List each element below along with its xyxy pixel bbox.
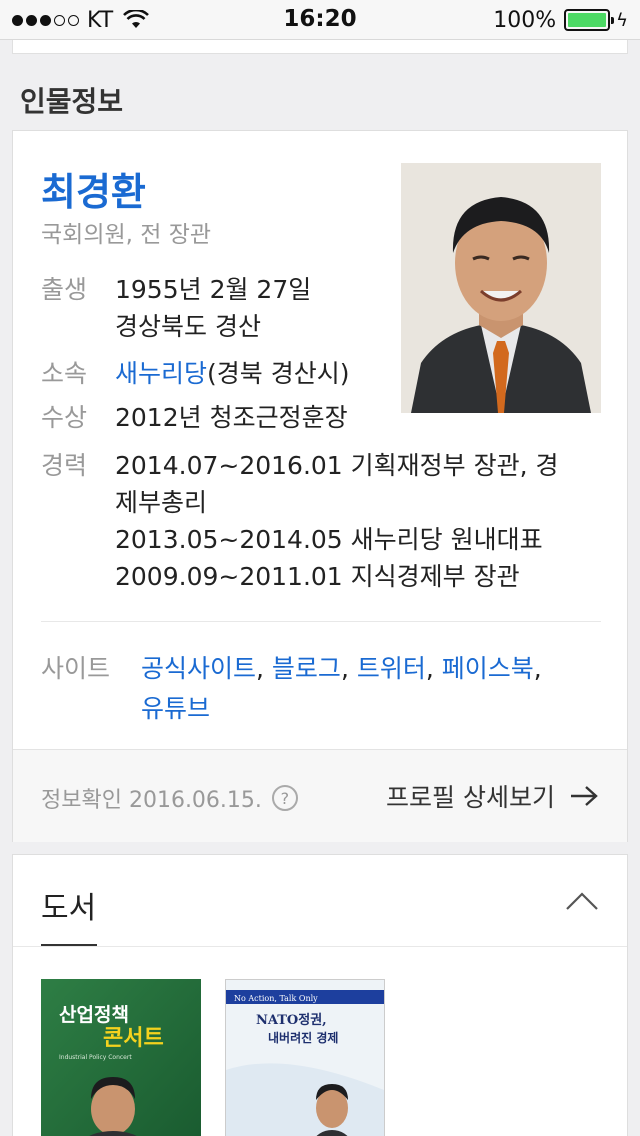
birth-place: 경상북도 경산 [115,312,261,341]
award-value: 2012년 청조근정훈장 [115,403,348,432]
book2-title-line1: NATO정권, [256,1012,327,1028]
party-district: (경북 경산시) [207,359,350,388]
birth-row: 출생 1955년 2월 27일 경상북도 경산 [41,271,311,345]
divider [13,946,627,947]
info-check-date: 정보확인 2016.06.15. ? [41,782,298,814]
separator: , [533,654,542,683]
separator: , [256,654,264,683]
profile-detail-label: 프로필 상세보기 [386,783,555,812]
person-photo[interactable] [401,163,601,413]
info-date-text: 정보확인 2016.06.15. [41,788,262,813]
arrow-right-icon [571,786,598,806]
site-link-blog[interactable]: 블로그 [272,654,341,683]
portrait-image [401,163,601,413]
career-item: 제부총리 [115,488,208,517]
site-link-facebook[interactable]: 페이스북 [442,654,534,683]
books-card: 도서 산업정책 콘서트 Industrial Policy Concert No… [12,854,628,1136]
site-link-twitter[interactable]: 트위터 [357,654,426,683]
book2-title-line2: 내버려진 경제 [268,1030,338,1045]
book1-title-line1: 산업정책 [59,1004,129,1026]
separator: , [425,654,434,683]
divider [41,621,601,622]
person-name[interactable]: 최경환 [41,161,146,216]
career-item: 2009.09~2011.01 지식경제부 장관 [115,562,520,591]
person-subtitle: 국회의원, 전 장관 [41,222,212,248]
section-title: 인물정보 [20,85,124,118]
book-cover-art: 산업정책 콘서트 Industrial Policy Concert [41,979,201,1136]
status-bar: KT 16:20 100% ϟ [0,0,640,40]
charging-icon: ϟ [616,9,628,31]
site-link-official[interactable]: 공식사이트 [141,654,256,683]
sites-label: 사이트 [41,654,111,683]
previous-card-edge [12,40,628,54]
sites-row: 사이트 공식사이트, 블로그, 트위터, 페이스북, 유튜브 [41,649,601,729]
book1-subtitle: Industrial Policy Concert [59,1054,132,1061]
party-label: 소속 [41,359,88,388]
career-item: 2013.05~2014.05 새누리당 원내대표 [115,525,543,554]
profile-card: 최경환 국회의원, 전 장관 출생 1955년 2월 27일 경상북도 경산 소… [12,130,628,842]
party-link[interactable]: 새누리당 [115,359,207,388]
book1-title-line2: 콘서트 [103,1026,164,1051]
book-cover-art: No Action, Talk Only NATO정권, 내버려진 경제 [226,980,384,1136]
battery-percent: 100% [493,7,557,33]
battery-area: 100% ϟ [493,6,628,34]
award-label: 수상 [41,403,88,432]
books-title[interactable]: 도서 [41,883,96,927]
book-cover-1[interactable]: 산업정책 콘서트 Industrial Policy Concert [41,979,201,1136]
profile-detail-link[interactable]: 프로필 상세보기 [386,778,599,814]
battery-icon [564,9,615,31]
career-row: 경력 2014.07~2016.01 기획재정부 장관, 경 제부총리 2013… [41,447,559,595]
party-row: 소속 새누리당(경북 경산시) [41,355,349,392]
book-cover-2[interactable]: No Action, Talk Only NATO정권, 내버려진 경제 [225,979,385,1136]
career-label: 경력 [41,451,88,480]
birth-label: 출생 [41,275,88,304]
award-row: 수상 2012년 청조근정훈장 [41,399,348,436]
site-link-youtube[interactable]: 유튜브 [141,694,210,723]
separator: , [340,654,349,683]
career-item: 2014.07~2016.01 기획재정부 장관, 경 [115,451,559,480]
book2-banner: No Action, Talk Only [234,994,318,1003]
birth-date: 1955년 2월 27일 [115,275,312,304]
chevron-up-icon[interactable] [565,891,599,911]
help-icon[interactable]: ? [271,785,298,811]
profile-footer: 정보확인 2016.06.15. ? 프로필 상세보기 [13,749,627,842]
